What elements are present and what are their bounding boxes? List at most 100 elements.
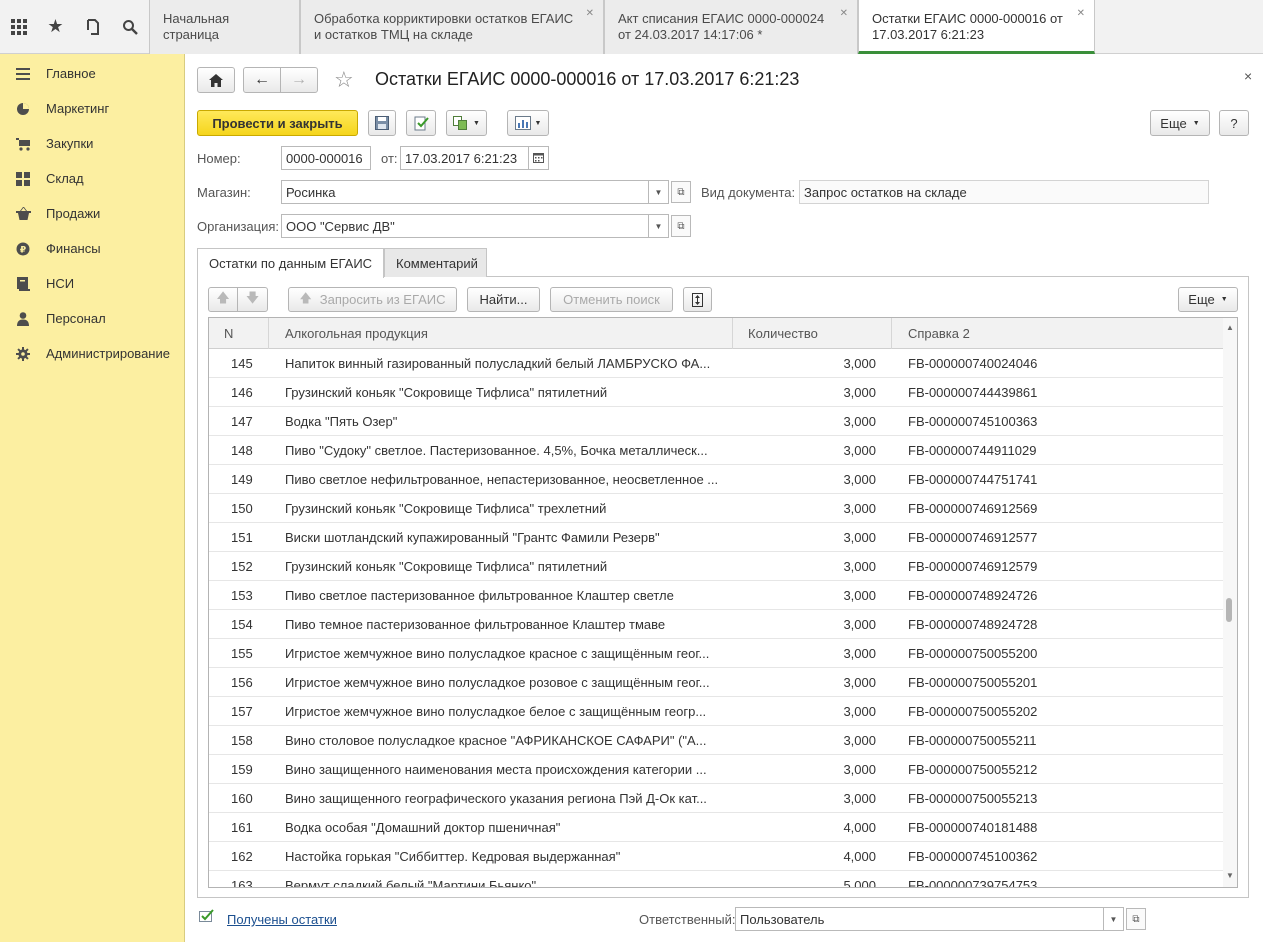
cell-product: Грузинский коньяк "Сокровище Тифлиса" пя… xyxy=(285,559,608,574)
table-row[interactable]: 161 Водка особая "Домашний доктор пшеничн… xyxy=(209,813,1223,842)
tab-egais-balances-data[interactable]: Остатки по данным ЕГАИС xyxy=(197,248,384,278)
history-icon[interactable] xyxy=(74,0,111,53)
column-header-certificate[interactable]: Справка 2 xyxy=(892,318,1223,349)
store-open-button[interactable]: ⧉ xyxy=(671,181,691,203)
tab-comment[interactable]: Комментарий xyxy=(384,248,487,277)
reports-button[interactable]: ▼ xyxy=(507,110,549,136)
close-form-icon[interactable]: × xyxy=(1244,68,1252,84)
sidebar-item-warehouse[interactable]: Склад xyxy=(0,161,185,196)
tab-egais-balances[interactable]: Остатки ЕГАИС 0000-000016 от 17.03.2017 … xyxy=(858,0,1095,54)
table-row[interactable]: 158 Вино столовое полусладкое красное "АФ… xyxy=(209,726,1223,755)
arrow-down-icon: 🡇 xyxy=(245,289,260,305)
move-up-button[interactable]: 🡅 xyxy=(208,287,238,312)
table-row[interactable]: 151 Виски шотландский купажированный "Гра… xyxy=(209,523,1223,552)
table-row[interactable]: 153 Пиво светлое пастеризованное фильтров… xyxy=(209,581,1223,610)
sidebar-item-marketing[interactable]: Маркетинг xyxy=(0,91,185,126)
cell-n: 153 xyxy=(231,588,253,603)
responsible-field[interactable]: Пользователь xyxy=(735,907,1104,931)
calendar-button[interactable] xyxy=(529,146,549,170)
create-based-on-button[interactable]: ▼ xyxy=(446,110,487,136)
forward-button[interactable]: → xyxy=(280,67,318,93)
close-icon[interactable]: ✕ xyxy=(1077,6,1085,22)
more-button[interactable]: Еще ▼ xyxy=(1150,110,1210,136)
table-row[interactable]: 160 Вино защищенного географического указ… xyxy=(209,784,1223,813)
close-icon[interactable]: ✕ xyxy=(586,6,594,22)
report-chart-icon xyxy=(514,116,531,130)
close-icon[interactable]: ✕ xyxy=(840,6,848,22)
sidebar-item-label: Продажи xyxy=(46,206,101,221)
table-row[interactable]: 150 Грузинский коньяк "Сокровище Тифлиса"… xyxy=(209,494,1223,523)
tab-title: Обработка корриктировки остатков ЕГАИС xyxy=(314,11,574,26)
store-dropdown-button[interactable]: ▼ xyxy=(649,180,669,204)
cell-quantity: 3,000 xyxy=(843,472,876,487)
sidebar-item-label: Закупки xyxy=(46,136,94,151)
table-row[interactable]: 147 Водка "Пять Озер" 3,000 FB-000000745100… xyxy=(209,407,1223,436)
table-row[interactable]: 148 Пиво "Судоку" светлое. Пастеризованно… xyxy=(209,436,1223,465)
table-row[interactable]: 162 Настойка горькая "Сиббиттер. Кедровая… xyxy=(209,842,1223,871)
favorite-star-icon[interactable]: ☆ xyxy=(334,67,354,93)
table-more-button[interactable]: Еще ▼ xyxy=(1178,287,1238,312)
star-icon[interactable]: ★ xyxy=(37,0,74,53)
table-row[interactable]: 159 Вино защищенного наименования места п… xyxy=(209,755,1223,784)
help-button[interactable]: ? xyxy=(1219,110,1249,136)
table-row[interactable]: 149 Пиво светлое нефильтрованное, непасте… xyxy=(209,465,1223,494)
date-field[interactable]: 17.03.2017 6:21:23 xyxy=(400,146,529,170)
vertical-scrollbar[interactable]: ▲ ▼ xyxy=(1223,318,1237,887)
table-row[interactable]: 152 Грузинский коньяк "Сокровище Тифлиса"… xyxy=(209,552,1223,581)
home-button[interactable] xyxy=(197,67,235,93)
cell-certificate: FB-000000740024046 xyxy=(908,356,1038,371)
organization-field[interactable]: ООО "Сервис ДВ" xyxy=(281,214,649,238)
cell-quantity: 3,000 xyxy=(843,675,876,690)
sidebar-item-finance[interactable]: ₽ Финансы xyxy=(0,231,185,266)
cancel-search-button[interactable]: Отменить поиск xyxy=(550,287,673,312)
arrow-up-icon: 🡅 xyxy=(216,289,230,305)
move-down-button[interactable]: 🡇 xyxy=(237,287,268,312)
organization-open-button[interactable]: ⧉ xyxy=(671,215,691,237)
sidebar-item-administration[interactable]: Администрирование xyxy=(0,336,185,371)
open-window-icon: ⧉ xyxy=(677,186,685,198)
sidebar-item-sales[interactable]: Продажи xyxy=(0,196,185,231)
svg-text:₽: ₽ xyxy=(20,245,26,255)
table-row[interactable]: 155 Игристое жемчужное вино полусладкое к… xyxy=(209,639,1223,668)
sidebar-item-main[interactable]: Главное xyxy=(0,56,185,91)
table-row[interactable]: 146 Грузинский коньяк "Сокровище Тифлиса"… xyxy=(209,378,1223,407)
back-button[interactable]: ← xyxy=(243,67,281,93)
scroll-down-arrow-icon[interactable]: ▼ xyxy=(1226,871,1234,880)
table-row[interactable]: 157 Игристое жемчужное вино полусладкое б… xyxy=(209,697,1223,726)
cell-n: 162 xyxy=(231,849,253,864)
table-row[interactable]: 156 Игристое жемчужное вино полусладкое р… xyxy=(209,668,1223,697)
tab-home[interactable]: Начальная страница xyxy=(149,0,300,54)
post-and-close-button[interactable]: Провести и закрыть xyxy=(197,110,358,136)
apps-grid-icon[interactable] xyxy=(0,0,37,53)
store-field[interactable]: Росинка xyxy=(281,180,649,204)
tab-egais-correction[interactable]: Обработка корриктировки остатков ЕГАИС и… xyxy=(300,0,604,54)
sidebar-item-label: Главное xyxy=(46,66,96,81)
tab-writeoff-act[interactable]: Акт списания ЕГАИС 0000-000024 от 24.03.… xyxy=(604,0,858,54)
request-from-egais-button[interactable]: 🡅 Запросить из ЕГАИС xyxy=(288,287,457,312)
post-button[interactable] xyxy=(406,110,436,136)
sidebar-item-personnel[interactable]: Персонал xyxy=(0,301,185,336)
sidebar-item-purchases[interactable]: Закупки xyxy=(0,126,185,161)
arrow-up-icon: 🡅 xyxy=(299,291,312,305)
status-link[interactable]: Получены остатки xyxy=(227,912,337,927)
table-row[interactable]: 163 Вермут сладкий белый "Мартини Бьянко"… xyxy=(209,871,1223,887)
number-field[interactable]: 0000-000016 xyxy=(281,146,371,170)
responsible-dropdown-button[interactable]: ▼ xyxy=(1104,907,1124,931)
table-row[interactable]: 145 Напиток винный газированный полусладк… xyxy=(209,349,1223,378)
search-icon[interactable] xyxy=(111,0,148,53)
save-button[interactable] xyxy=(368,110,396,136)
row-height-button[interactable] xyxy=(683,287,712,312)
tab-title: Акт списания ЕГАИС 0000-000024 xyxy=(618,11,825,26)
responsible-open-button[interactable]: ⧉ xyxy=(1126,908,1146,930)
column-header-product[interactable]: Алкогольная продукция xyxy=(269,318,733,349)
organization-dropdown-button[interactable]: ▼ xyxy=(649,214,669,238)
cell-product: Грузинский коньяк "Сокровище Тифлиса" пя… xyxy=(285,385,608,400)
column-header-quantity[interactable]: Количество xyxy=(733,318,892,349)
find-button[interactable]: Найти... xyxy=(467,287,540,312)
cell-certificate: FB-000000750055200 xyxy=(908,646,1038,661)
scroll-up-arrow-icon[interactable]: ▲ xyxy=(1226,323,1234,332)
column-header-n[interactable]: N xyxy=(209,318,269,349)
sidebar-item-nsi[interactable]: НСИ xyxy=(0,266,185,301)
scrollbar-thumb[interactable] xyxy=(1226,598,1232,622)
table-row[interactable]: 154 Пиво темное пастеризованное фильтрова… xyxy=(209,610,1223,639)
